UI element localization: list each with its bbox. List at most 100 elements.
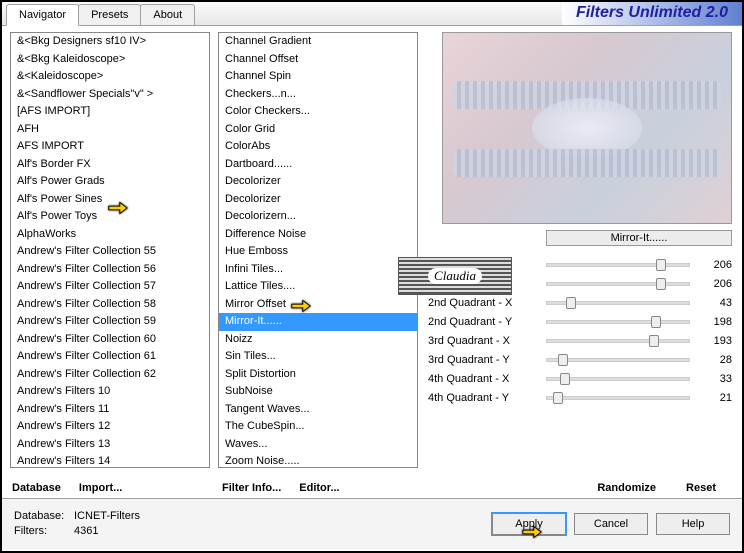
list-item[interactable]: Andrew's Filter Collection 61 [11,348,209,366]
apply-button[interactable]: Apply [492,513,566,535]
list-item[interactable]: &<Kaleidoscope> [11,68,209,86]
param-label: 2nd Quadrant - Y [428,316,538,328]
param-row: 4th Quadrant - X 33 [428,370,732,388]
tab-about[interactable]: About [140,4,195,25]
category-column: &<Bkg Designers sf10 IV>&<Bkg Kaleidosco… [2,26,212,498]
list-item[interactable]: Mirror Offset [219,296,417,314]
param-label: 3rd Quadrant - X [428,335,538,347]
list-item[interactable]: Andrew's Filters 12 [11,418,209,436]
list-item[interactable]: Channel Gradient [219,33,417,51]
footer-buttons: Apply Cancel Help [492,513,730,535]
list-item[interactable]: Andrew's Filters 10 [11,383,209,401]
list-item[interactable]: ColorAbs [219,138,417,156]
editor-button[interactable]: Editor... [299,482,339,494]
list-item[interactable]: Alf's Power Toys [11,208,209,226]
filter-column: Channel GradientChannel OffsetChannel Sp… [212,26,422,498]
param-value: 198 [698,316,732,328]
list-item[interactable]: Channel Offset [219,51,417,69]
list-item[interactable]: Alf's Power Sines [11,191,209,209]
list-item[interactable]: Andrew's Filter Collection 59 [11,313,209,331]
list-item[interactable]: &<Bkg Designers sf10 IV> [11,33,209,51]
list-item[interactable]: AFH [11,121,209,139]
database-value: ICNET-Filters [74,510,140,522]
randomize-button[interactable]: Randomize [597,482,656,494]
param-slider[interactable] [546,282,690,286]
list-item[interactable]: Channel Spin [219,68,417,86]
reset-button[interactable]: Reset [686,482,716,494]
list-item[interactable]: Color Grid [219,121,417,139]
list-item[interactable]: Color Checkers... [219,103,417,121]
filter-list[interactable]: Channel GradientChannel OffsetChannel Sp… [218,32,418,468]
cancel-button[interactable]: Cancel [574,513,648,535]
list-item[interactable]: Andrew's Filters 13 [11,436,209,454]
list-item[interactable]: Decolorizer [219,191,417,209]
app-title: Filters Unlimited 2.0 [562,2,742,25]
list-item[interactable]: Decolorizer [219,173,417,191]
param-row: 3rd Quadrant - Y28 [428,351,732,369]
main-area: &<Bkg Designers sf10 IV>&<Bkg Kaleidosco… [2,26,742,498]
list-item[interactable]: AlphaWorks [11,226,209,244]
list-item[interactable]: AFS IMPORT [11,138,209,156]
param-slider[interactable] [546,301,690,305]
list-item[interactable]: Andrew's Filter Collection 60 [11,331,209,349]
param-value: 33 [698,373,732,385]
list-item[interactable]: Mirror-It...... [219,313,417,331]
left-button-row: Database Import... [12,482,208,494]
watermark-stamp: Claudia [398,257,512,295]
param-slider[interactable] [546,358,690,362]
tab-presets[interactable]: Presets [78,4,141,25]
footer-info: Database:ICNET-Filters Filters:4361 [14,509,140,539]
list-item[interactable]: Andrew's Filter Collection 62 [11,366,209,384]
filters-value: 4361 [74,525,98,537]
list-item[interactable]: Andrew's Filters 14 [11,453,209,468]
param-slider[interactable] [546,339,690,343]
help-button[interactable]: Help [656,513,730,535]
param-value: 193 [698,335,732,347]
category-list[interactable]: &<Bkg Designers sf10 IV>&<Bkg Kaleidosco… [10,32,210,468]
list-item[interactable]: Infini Tiles... [219,261,417,279]
list-item[interactable]: [AFS IMPORT] [11,103,209,121]
filter-info-button[interactable]: Filter Info... [222,482,281,494]
param-label: 4th Quadrant - X [428,373,538,385]
list-item[interactable]: Decolorizern... [219,208,417,226]
list-item[interactable]: &<Sandflower Specials"v" > [11,86,209,104]
param-label: 2nd Quadrant - X [428,297,538,309]
list-item[interactable]: The CubeSpin... [219,418,417,436]
list-item[interactable]: Split Distortion [219,366,417,384]
filters-label: Filters: [14,524,74,539]
list-item[interactable]: Noizz [219,331,417,349]
param-value: 206 [698,278,732,290]
header-bar: Navigator Presets About Filters Unlimite… [2,2,742,26]
list-item[interactable]: Andrew's Filter Collection 55 [11,243,209,261]
list-item[interactable]: Alf's Power Grads [11,173,209,191]
list-item[interactable]: Hue Emboss [219,243,417,261]
tab-navigator[interactable]: Navigator [6,4,79,26]
database-label: Database: [14,509,74,524]
list-item[interactable]: Andrew's Filter Collection 56 [11,261,209,279]
param-row: 4th Quadrant - Y21 [428,389,732,407]
param-slider[interactable] [546,320,690,324]
list-item[interactable]: Alf's Border FX [11,156,209,174]
list-item[interactable]: Andrew's Filter Collection 57 [11,278,209,296]
database-button[interactable]: Database [12,482,61,494]
param-row: 2nd Quadrant - Y 198 [428,313,732,331]
param-slider[interactable] [546,396,690,400]
param-value: 43 [698,297,732,309]
list-item[interactable]: Tangent Waves... [219,401,417,419]
param-slider[interactable] [546,263,690,267]
list-item[interactable]: &<Bkg Kaleidoscope> [11,51,209,69]
list-item[interactable]: Checkers...n... [219,86,417,104]
list-item[interactable]: Dartboard...... [219,156,417,174]
list-item[interactable]: Sin Tiles... [219,348,417,366]
list-item[interactable]: Difference Noise [219,226,417,244]
list-item[interactable]: Zoom Noise..... [219,453,417,468]
tabs: Navigator Presets About [2,2,194,25]
list-item[interactable]: Waves... [219,436,417,454]
import-button[interactable]: Import... [79,482,122,494]
param-slider[interactable] [546,377,690,381]
list-item[interactable]: Andrew's Filters 11 [11,401,209,419]
list-item[interactable]: Lattice Tiles.... [219,278,417,296]
randomize-reset-row: Randomize Reset [428,478,732,498]
list-item[interactable]: Andrew's Filter Collection 58 [11,296,209,314]
list-item[interactable]: SubNoise [219,383,417,401]
